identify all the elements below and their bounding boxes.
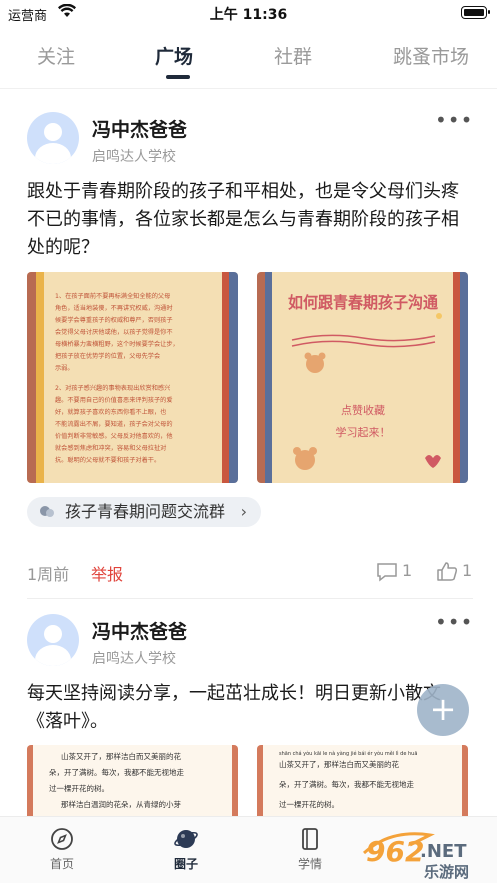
tab-community[interactable]: 社群 [274,42,312,69]
svg-text:乐游网: 乐游网 [424,863,469,881]
group-tag-button[interactable]: 孩子青春期问题交流群 › [27,497,262,527]
poster-footer-2: 学习起来！ [336,425,391,439]
like-count: 1 [462,561,473,580]
nav-label: 圈子 [173,857,198,871]
book-icon [302,828,318,850]
tab-square[interactable]: 广场 [155,42,193,69]
svg-text:候要学会尊重孩子的权威和尊严，否则孩子: 候要学会尊重孩子的权威和尊严，否则孩子 [55,316,173,324]
svg-text:朵，开了满树。每次，我都不能无视地走: 朵，开了满树。每次，我都不能无视地走 [279,779,414,789]
top-tabs: 关注 广场 社群 跳蚤市场 [0,30,497,84]
nav-study[interactable]: 学情 [270,817,350,883]
group-tag-label: 孩子青春期问题交流群 [65,502,226,521]
image-text-block: 1、在孩子面前不要再标满全知全能的父母 角色，适当地装傻，不再讲究权威，沟通时 … [55,292,179,464]
compass-icon [51,828,73,850]
post-divider [27,598,473,599]
svg-text:那样洁白温润的花朵，从青绿的小芽: 那样洁白温润的花朵，从青绿的小芽 [61,799,181,809]
like-button[interactable]: 1 [436,561,476,583]
tab-follow[interactable]: 关注 [37,42,75,69]
planet-icon [174,830,198,848]
svg-text:过一棵开花的树。: 过一棵开花的树。 [279,799,339,809]
battery-icon [461,6,490,19]
author-name[interactable]: 冯中杰爸爸 [92,115,187,142]
bear-icon [293,447,317,470]
comment-icon [377,563,397,582]
post-content: 跟处于青春期阶段的孩子和平相处，也是令父母们头疼不已的事情，各位家长都是怎么与青… [27,181,459,258]
svg-text:抗。聪明的父母就不要和孩子对着干。: 抗。聪明的父母就不要和孩子对着干。 [55,456,160,464]
svg-text:母横桥暴力蛮横粗野，这个时候要学会让步，: 母横桥暴力蛮横粗野，这个时候要学会让步， [55,340,179,348]
plus-icon: + [429,690,457,728]
svg-text:shān chá yòu kāi le nà yàng: shān chá yòu kāi le nà yàng jié bái ér y… [279,750,417,757]
status-bar: 运营商 上午 11:36 [0,0,497,28]
svg-text:1、在孩子面前不要再标满全知全能的父母: 1、在孩子面前不要再标满全知全能的父母 [55,292,170,300]
school-name: 启鸣达人学校 [92,651,176,667]
image-text-block: 山茶又开了，那样洁白而又美丽的花 朵，开了满树。每次，我都不能无视地走 过一棵开… [49,751,184,809]
svg-text:把孩子放在优势学的位置，父母先学会: 把孩子放在优势学的位置，父母先学会 [55,352,160,360]
clock: 上午 11:36 [209,7,288,23]
svg-text:962: 962 [366,835,424,868]
header-divider [0,88,497,89]
svg-text:价值判断非常敏感。父母反对他喜欢的，他: 价值判断非常敏感。父母反对他喜欢的，他 [55,432,173,440]
group-chat-icon [40,506,54,517]
chevron-right-icon: › [240,502,248,521]
svg-text:不能流露出不屑，要知道，孩子会对父母的: 不能流露出不屑，要知道，孩子会对父母的 [55,420,173,428]
nav-home[interactable]: 首页 [22,817,102,883]
svg-text:会觉得父母讨厌他或他，以孩子觉得是你不: 会觉得父母讨厌他或他，以孩子觉得是你不 [55,328,173,336]
nav-circle[interactable]: 圈子 [146,817,226,883]
comment-count: 1 [402,561,413,580]
avatar[interactable] [27,112,79,164]
post-image[interactable]: 如何跟青春期孩子沟通 点赞收藏 学习起来！ [257,272,468,483]
svg-text:过一棵开花的树。: 过一棵开花的树。 [49,783,109,793]
svg-text:朵，开了满树。每次，我都不能无视地走: 朵，开了满树。每次，我都不能无视地走 [49,767,184,777]
post-time: 1周前 [27,565,70,584]
site-watermark-logo: 962 .NET 乐游网 [362,832,469,881]
poster-title: 如何跟青春期孩子沟通 [288,293,438,312]
more-options-icon[interactable]: ••• [435,108,473,132]
svg-text:.NET: .NET [420,841,467,862]
create-post-button[interactable]: + [417,684,469,736]
svg-text:趣。不要用自己的价值喜恶来评判孩子的爱: 趣。不要用自己的价值喜恶来评判孩子的爱 [55,396,173,404]
comment-button[interactable]: 1 [376,561,416,583]
nav-label: 首页 [49,857,74,871]
school-name: 启鸣达人学校 [92,149,176,165]
nav-label: 学情 [297,857,322,871]
image-poster-graphic: 如何跟青春期孩子沟通 点赞收藏 学习起来！ [288,293,442,470]
poster-footer-1: 点赞收藏 [341,403,385,417]
image-text-block: shān chá yòu kāi le nà yàng jié bái ér y… [279,750,417,809]
post-image[interactable]: shān chá yòu kāi le nà yàng jié bái ér y… [257,745,468,825]
thumbs-up-icon [437,562,458,581]
post-content: 每天坚持阅读分享，一起茁壮成长！明日更新小散文《落叶》。 [27,683,441,732]
svg-text:角色，适当地装傻，不再讲究权威，沟通时: 角色，适当地装傻，不再讲究权威，沟通时 [55,304,173,312]
author-name[interactable]: 冯中杰爸爸 [92,617,187,644]
svg-text:示弱。: 示弱。 [55,365,74,372]
svg-text:就会感到焦虑和冲突，容易和父母拉扯对: 就会感到焦虑和冲突，容易和父母拉扯对 [55,444,166,452]
svg-text:2、对孩子感兴趣的事物表现出欣赏和感兴: 2、对孩子感兴趣的事物表现出欣赏和感兴 [55,384,170,392]
svg-text:山茶又开了，那样洁白而又美丽的花: 山茶又开了，那样洁白而又美丽的花 [61,751,181,761]
svg-text:好，就算孩子喜欢的东西你看不上眼，也: 好，就算孩子喜欢的东西你看不上眼，也 [55,408,166,416]
more-options-icon[interactable]: ••• [435,610,473,634]
avatar[interactable] [27,614,79,666]
bear-icon [304,352,326,373]
post-image[interactable]: 山茶又开了，那样洁白而又美丽的花 朵，开了满树。每次，我都不能无视地走 过一棵开… [27,745,238,825]
svg-text:山茶又开了，那样洁白而又美丽的花: 山茶又开了，那样洁白而又美丽的花 [279,759,399,769]
tab-flea-market[interactable]: 跳蚤市场 [393,42,469,69]
report-button[interactable]: 举报 [91,561,123,585]
active-tab-indicator [166,75,190,79]
post-image[interactable]: 1、在孩子面前不要再标满全知全能的父母 角色，适当地装傻，不再讲究权威，沟通时 … [27,272,238,483]
